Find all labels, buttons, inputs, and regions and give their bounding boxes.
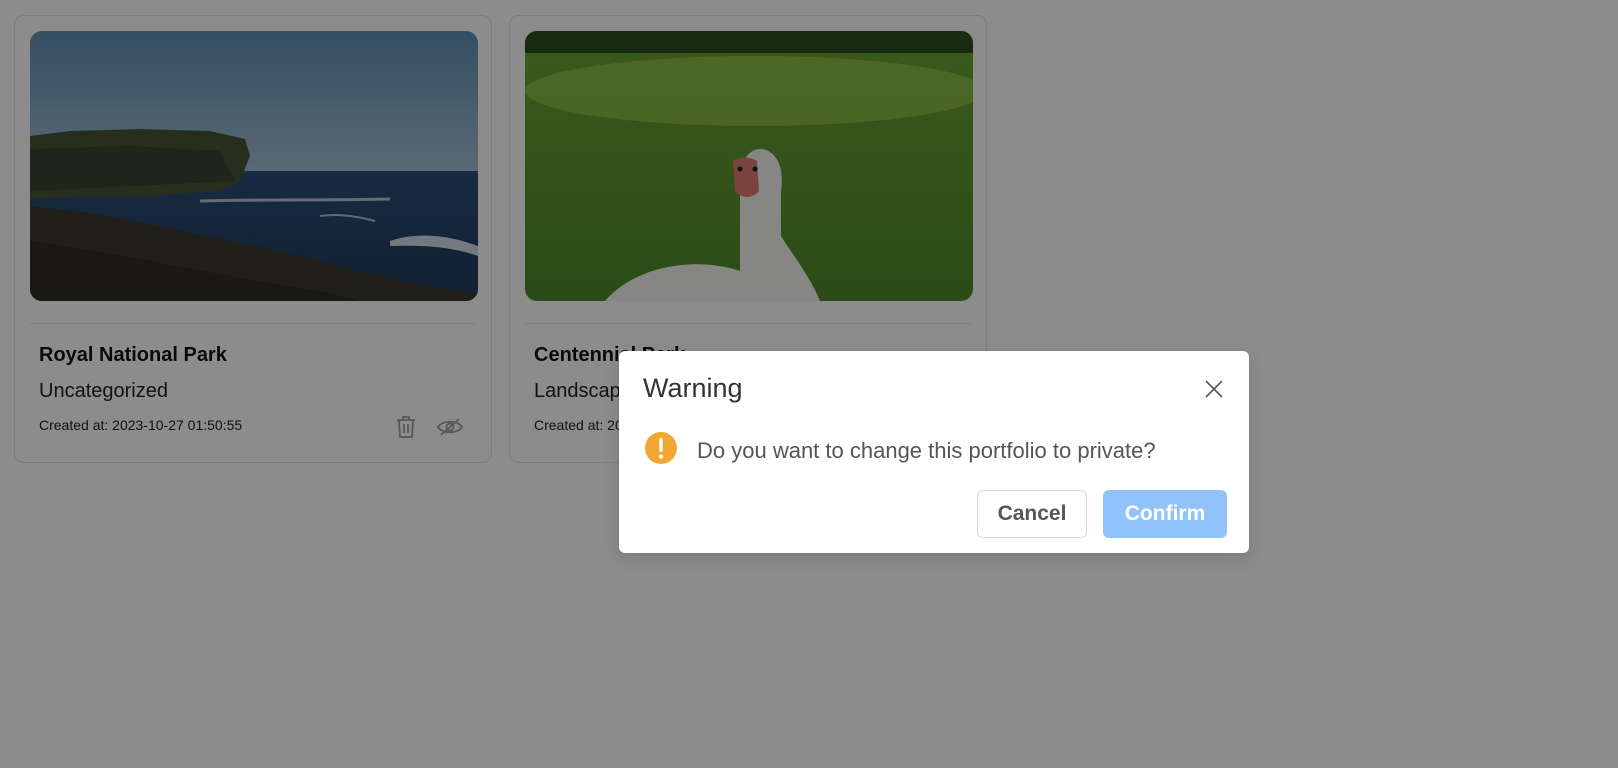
- exclamation-circle-icon: [644, 431, 678, 470]
- close-button[interactable]: [1201, 376, 1227, 402]
- confirm-button[interactable]: Confirm: [1103, 490, 1227, 538]
- dialog-title: Warning: [643, 373, 743, 403]
- portfolio-page: Royal National Park Uncategorized Create…: [0, 0, 1618, 768]
- close-icon: [1205, 380, 1223, 398]
- cancel-button[interactable]: Cancel: [977, 490, 1087, 538]
- dialog-message: Do you want to change this portfolio to …: [697, 438, 1156, 463]
- warning-dialog: Warning Do you want to change this portf…: [619, 351, 1249, 553]
